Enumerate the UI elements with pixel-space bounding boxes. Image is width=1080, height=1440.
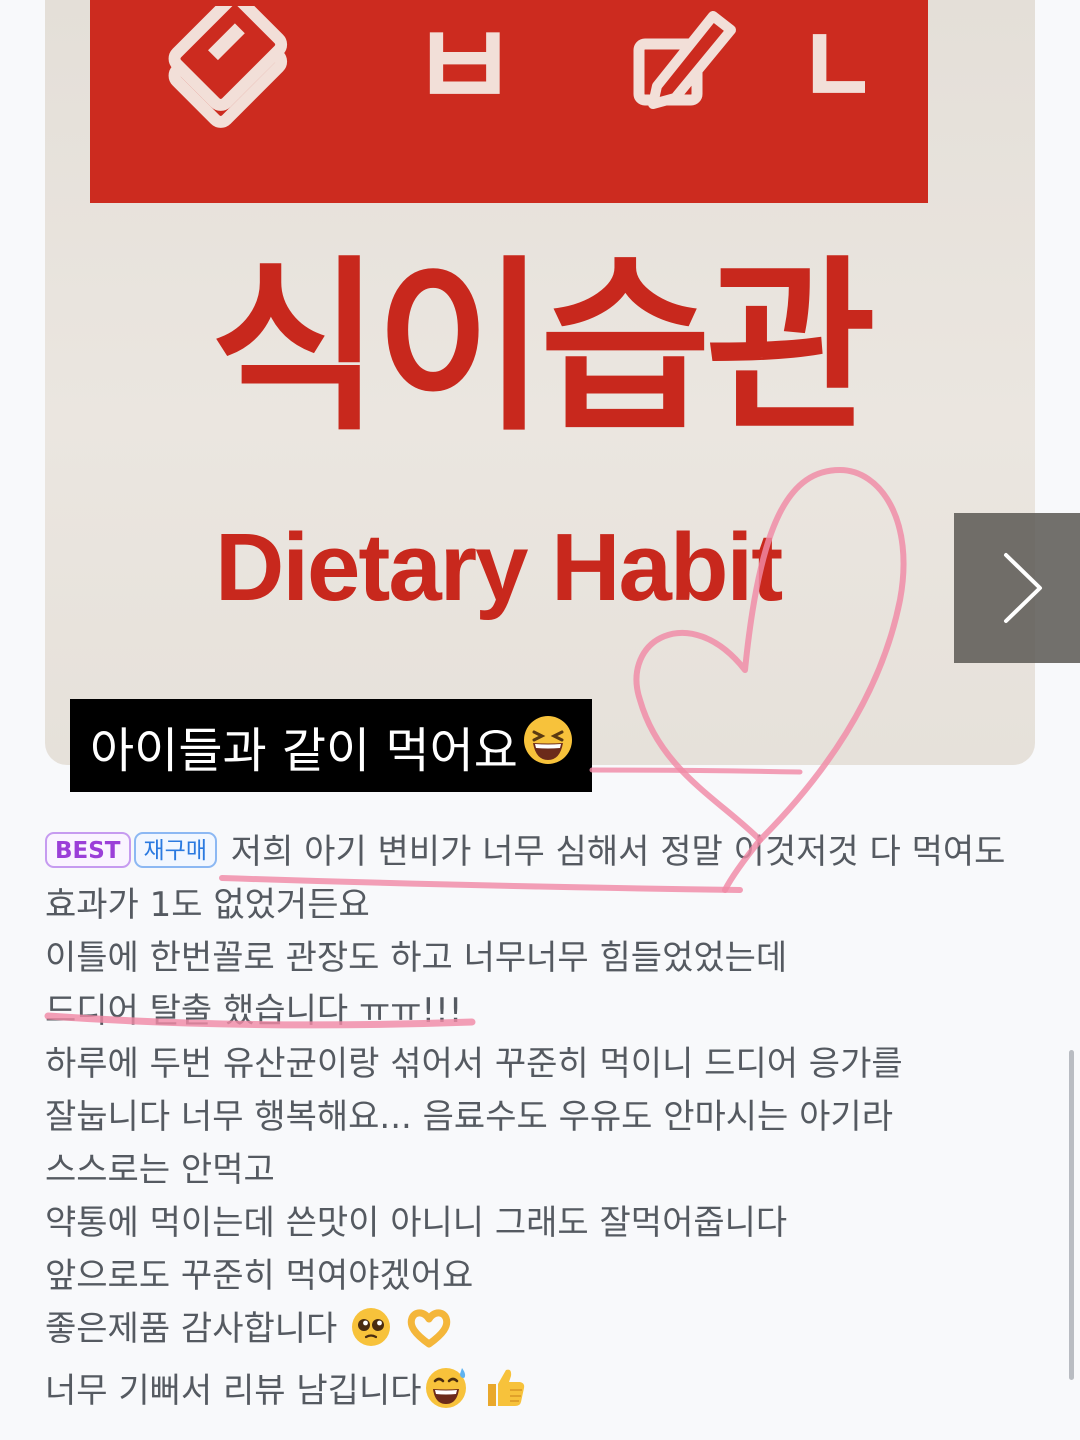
pencil-icon [633, 11, 736, 109]
package-band-icons: ㅂ ㄴ [168, 6, 865, 136]
photo-caption: 아이들과 같이 먹어요 [70, 699, 592, 792]
caption-text: 아이들과 같이 먹어요 [90, 722, 518, 779]
band-letter-1: ㅂ [410, 6, 519, 136]
review-line-2: 효과가 1도 없었거든요 [45, 885, 370, 925]
review-line-5: 하루에 두번 유산균이랑 섞어서 꾸준히 먹이니 드디어 응가를 [45, 1044, 903, 1084]
carousel-next-button[interactable] [954, 513, 1080, 663]
grinning-squinting-face-icon [522, 714, 574, 778]
grinning-sweat-face-icon [424, 1364, 470, 1426]
review-page: ㅂ ㄴ 식이습관 Dietary Habit 아이들과 같이 먹어요 BEST … [0, 0, 1080, 1440]
repurchase-badge: 재구매 [133, 832, 217, 868]
review-text-line: 너무 기뻐서 리뷰 남깁니다 [45, 1371, 422, 1411]
review-line-1: BEST 재구매 저희 아기 변비가 너무 심해서 정말 이것저것 다 먹여도 [45, 826, 1045, 879]
chevron-right-icon [1004, 553, 1042, 623]
thumbs-up-icon [482, 1364, 528, 1426]
review-text-line: 저희 아기 변비가 너무 심해서 정말 이것저것 다 먹여도 [230, 832, 1006, 872]
review-photo[interactable]: ㅂ ㄴ 식이습관 Dietary Habit [45, 0, 1035, 765]
review-line-11: 너무 기뻐서 리뷰 남깁니다 [45, 1364, 1045, 1426]
review-line-3: 이틀에 한번꼴로 관장도 하고 너무너무 힘들었었는데 [45, 938, 788, 978]
review-line-4: 드디어 탈출 했습니다 ㅠㅠ!!! [45, 991, 463, 1031]
review-text-line: 좋은제품 감사합니다 [45, 1309, 338, 1349]
product-headline-korean: 식이습관 [209, 239, 876, 456]
notebook-icon [168, 6, 288, 128]
scrollbar[interactable] [1069, 1050, 1074, 1380]
review-line-7: 스스로는 안먹고 [45, 1150, 275, 1190]
review-body: BEST 재구매 저희 아기 변비가 너무 심해서 정말 이것저것 다 먹여도 효… [45, 826, 1045, 1426]
pleading-face-icon [350, 1306, 392, 1364]
band-letter-2: ㄴ [793, 6, 865, 136]
review-line-6: 잘눕니다 너무 행복해요... 음료수도 우유도 안마시는 아기라 [45, 1097, 893, 1137]
review-line-8: 약통에 먹이는데 쓴맛이 아니니 그래도 잘먹어줍니다 [45, 1203, 788, 1243]
product-headline-english: Dietary Habit [215, 514, 783, 621]
review-line-9: 앞으로도 꾸준히 먹여야겠어요 [45, 1256, 474, 1296]
review-line-10: 좋은제품 감사합니다 [45, 1303, 1045, 1364]
heart-hands-icon [405, 1306, 453, 1364]
best-badge: BEST [45, 832, 131, 868]
